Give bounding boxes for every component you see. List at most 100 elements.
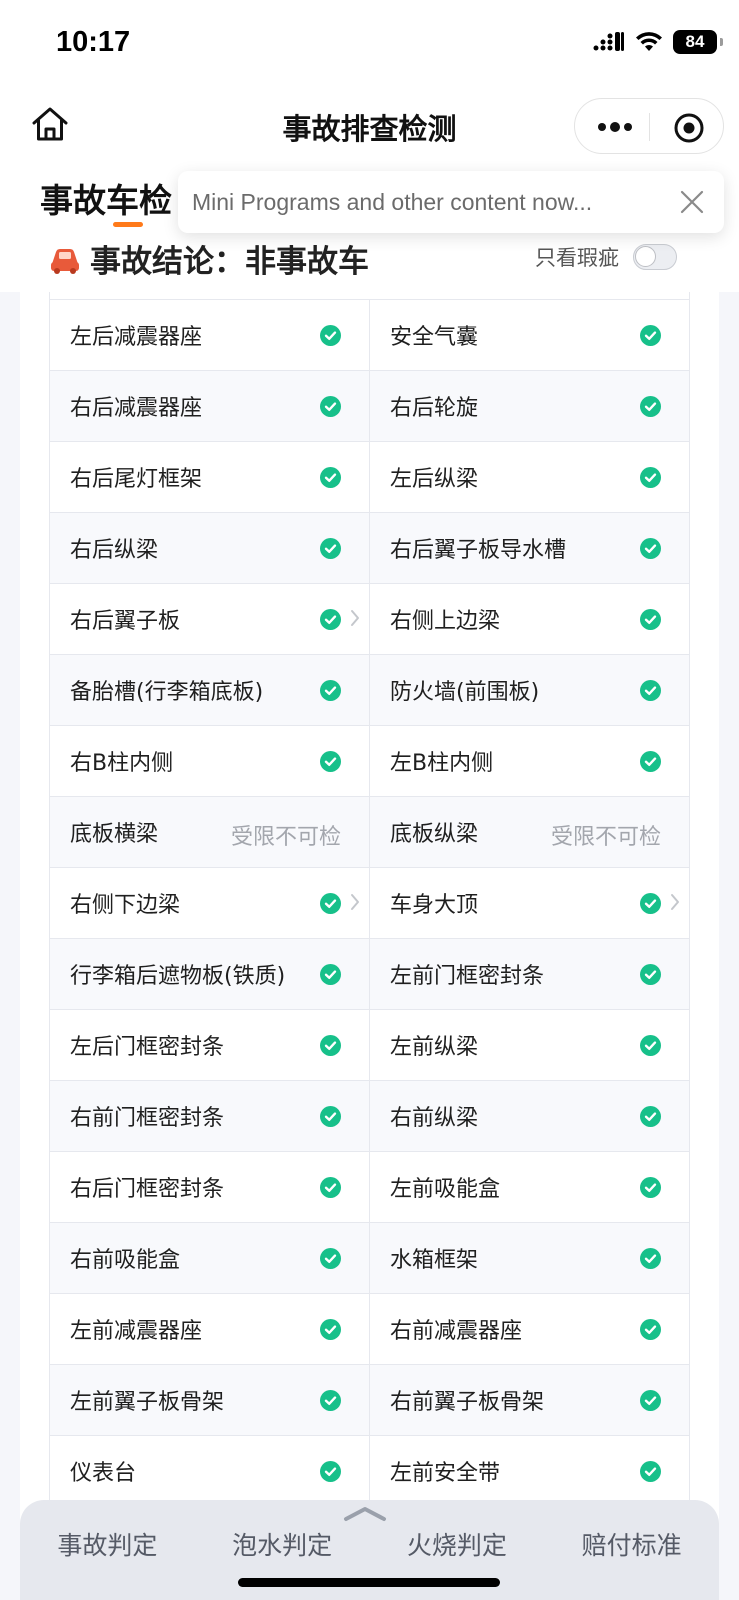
inspection-item-label: 左前吸能盒 (390, 1177, 501, 1202)
inspection-item: 左后减震器座 (50, 300, 369, 370)
inspection-item-label: 右后纵梁 (70, 538, 159, 563)
capsule-divider (649, 113, 650, 141)
inspection-item-label: 左前门框密封条 (390, 964, 545, 989)
inspection-item-label: 右后轮旋 (390, 396, 479, 421)
inspection-item: 行李箱后遮物板(铁质) (50, 939, 369, 1009)
section-title: 事故车检 (40, 181, 172, 220)
tab-accident-judgement[interactable]: 事故判定 (20, 1526, 195, 1562)
check-circle-icon (640, 751, 661, 772)
inspection-item: 右后尾灯框架 (50, 442, 369, 512)
inspection-card: 左后减震器座 安全气囊右后减震器座 右后轮旋 右后尾灯框架 左后纵梁 右后纵梁 右后翼子板导… (20, 292, 719, 1600)
check-circle-icon (640, 893, 661, 914)
chevron-right-icon[interactable] (349, 608, 361, 628)
inspection-item-label: 右前纵梁 (390, 1106, 479, 1131)
close-icon[interactable] (678, 188, 706, 216)
inspection-item: 左后门框密封条 (50, 1010, 369, 1080)
inspection-item-label: 左后门框密封条 (70, 1035, 225, 1060)
inspection-item-label: 左前翼子板骨架 (70, 1390, 225, 1415)
inspection-item-label: 防火墙(前围板) (390, 680, 540, 705)
check-circle-icon (640, 1177, 661, 1198)
check-circle-icon (640, 538, 661, 559)
inspection-status-text: 受限不可检 (550, 825, 661, 850)
inspection-item-label: 右后减震器座 (70, 396, 203, 421)
inspection-item: 右B柱内侧 (50, 726, 369, 796)
check-circle-icon (640, 396, 661, 417)
check-circle-icon (640, 1248, 661, 1269)
check-circle-icon (640, 680, 661, 701)
inspection-item: 右后纵梁 (50, 513, 369, 583)
check-circle-icon (640, 1035, 661, 1056)
car-badge-icon (51, 248, 79, 274)
toggle-knob (635, 246, 656, 267)
inspection-item: 安全气囊 (369, 300, 689, 370)
inspection-item: 右后减震器座 (50, 371, 369, 441)
inspection-item-label: 右后门框密封条 (70, 1177, 225, 1202)
tab-flood-judgement[interactable]: 泡水判定 (195, 1526, 370, 1562)
inspection-item: 右前纵梁 (369, 1081, 689, 1151)
more-icon[interactable] (595, 115, 635, 139)
inspection-item: 底板纵梁 受限不可检 (369, 797, 689, 867)
inspection-item[interactable]: 右侧下边梁 (50, 868, 369, 938)
inspection-item: 左前翼子板骨架 (50, 1365, 369, 1435)
battery-icon: 84 (673, 30, 723, 54)
defect-filter-label: 只看瑕疵 (535, 246, 619, 270)
inspection-item-label: 右侧上边梁 (390, 609, 501, 634)
chevron-up-icon[interactable] (342, 1504, 388, 1522)
table-top-edge (50, 292, 689, 300)
check-circle-icon (640, 467, 661, 488)
chevron-right-icon[interactable] (669, 892, 681, 912)
inspection-item: 右前翼子板骨架 (369, 1365, 689, 1435)
status-bar: 10:17 84 (0, 0, 739, 88)
table-row: 仪表台 左前安全带 (50, 1436, 689, 1507)
inspection-item: 左B柱内侧 (369, 726, 689, 796)
check-circle-icon (640, 1390, 661, 1411)
inspection-item[interactable]: 右后翼子板 (50, 584, 369, 654)
inspection-item-label: 右前吸能盒 (70, 1248, 181, 1273)
exit-mini-program-icon[interactable] (673, 112, 705, 144)
inspection-item: 左前安全带 (369, 1436, 689, 1506)
table-row: 右侧下边梁 车身大顶 (50, 868, 689, 939)
inspection-item-label: 左前安全带 (390, 1461, 501, 1486)
inspection-item: 左后纵梁 (369, 442, 689, 512)
mini-program-capsule (574, 98, 724, 154)
wifi-icon (636, 32, 662, 51)
check-circle-icon (640, 1461, 661, 1482)
inspection-item: 备胎槽(行李箱底板) (50, 655, 369, 725)
check-circle-icon (320, 1461, 341, 1482)
bottom-tabs: 事故判定 泡水判定 火烧判定 赔付标准 (20, 1526, 719, 1562)
check-circle-icon (320, 609, 341, 630)
status-time: 10:17 (56, 26, 131, 58)
table-row: 右后纵梁 右后翼子板导水槽 (50, 513, 689, 584)
inspection-item-label: 右后翼子板 (70, 609, 181, 634)
defect-filter: 只看瑕疵 (535, 242, 677, 272)
table-row: 右前吸能盒 水箱框架 (50, 1223, 689, 1294)
inspection-item-label: 左前减震器座 (70, 1319, 203, 1344)
inspection-status-text: 受限不可检 (230, 825, 341, 850)
table-row: 左前翼子板骨架 右前翼子板骨架 (50, 1365, 689, 1436)
inspection-item: 防火墙(前围板) (369, 655, 689, 725)
table-row: 右后减震器座 右后轮旋 (50, 371, 689, 442)
conclusion-value: 非事故车 (245, 244, 369, 280)
check-circle-icon (320, 1390, 341, 1411)
check-circle-icon (320, 751, 341, 772)
table-row: 右后翼子板 右侧上边梁 (50, 584, 689, 655)
inspection-item[interactable]: 车身大顶 (369, 868, 689, 938)
table-row: 左后减震器座 安全气囊 (50, 300, 689, 371)
tab-fire-judgement[interactable]: 火烧判定 (370, 1526, 545, 1562)
inspection-item: 仪表台 (50, 1436, 369, 1506)
inspection-item-label: 左B柱内侧 (390, 751, 494, 776)
inspection-item: 底板横梁 受限不可检 (50, 797, 369, 867)
check-circle-icon (320, 325, 341, 346)
check-circle-icon (320, 1177, 341, 1198)
check-circle-icon (320, 1035, 341, 1056)
check-circle-icon (640, 325, 661, 346)
check-circle-icon (320, 467, 341, 488)
inspection-item: 右侧上边梁 (369, 584, 689, 654)
inspection-item: 左前纵梁 (369, 1010, 689, 1080)
chevron-right-icon[interactable] (349, 892, 361, 912)
tab-compensation-standard[interactable]: 赔付标准 (544, 1526, 719, 1562)
table-row: 备胎槽(行李箱底板) 防火墙(前围板) (50, 655, 689, 726)
defect-filter-toggle[interactable] (633, 244, 677, 270)
inspection-item-label: 右前翼子板骨架 (390, 1390, 545, 1415)
accident-conclusion: 事故结论： 非事故车 (48, 236, 369, 281)
